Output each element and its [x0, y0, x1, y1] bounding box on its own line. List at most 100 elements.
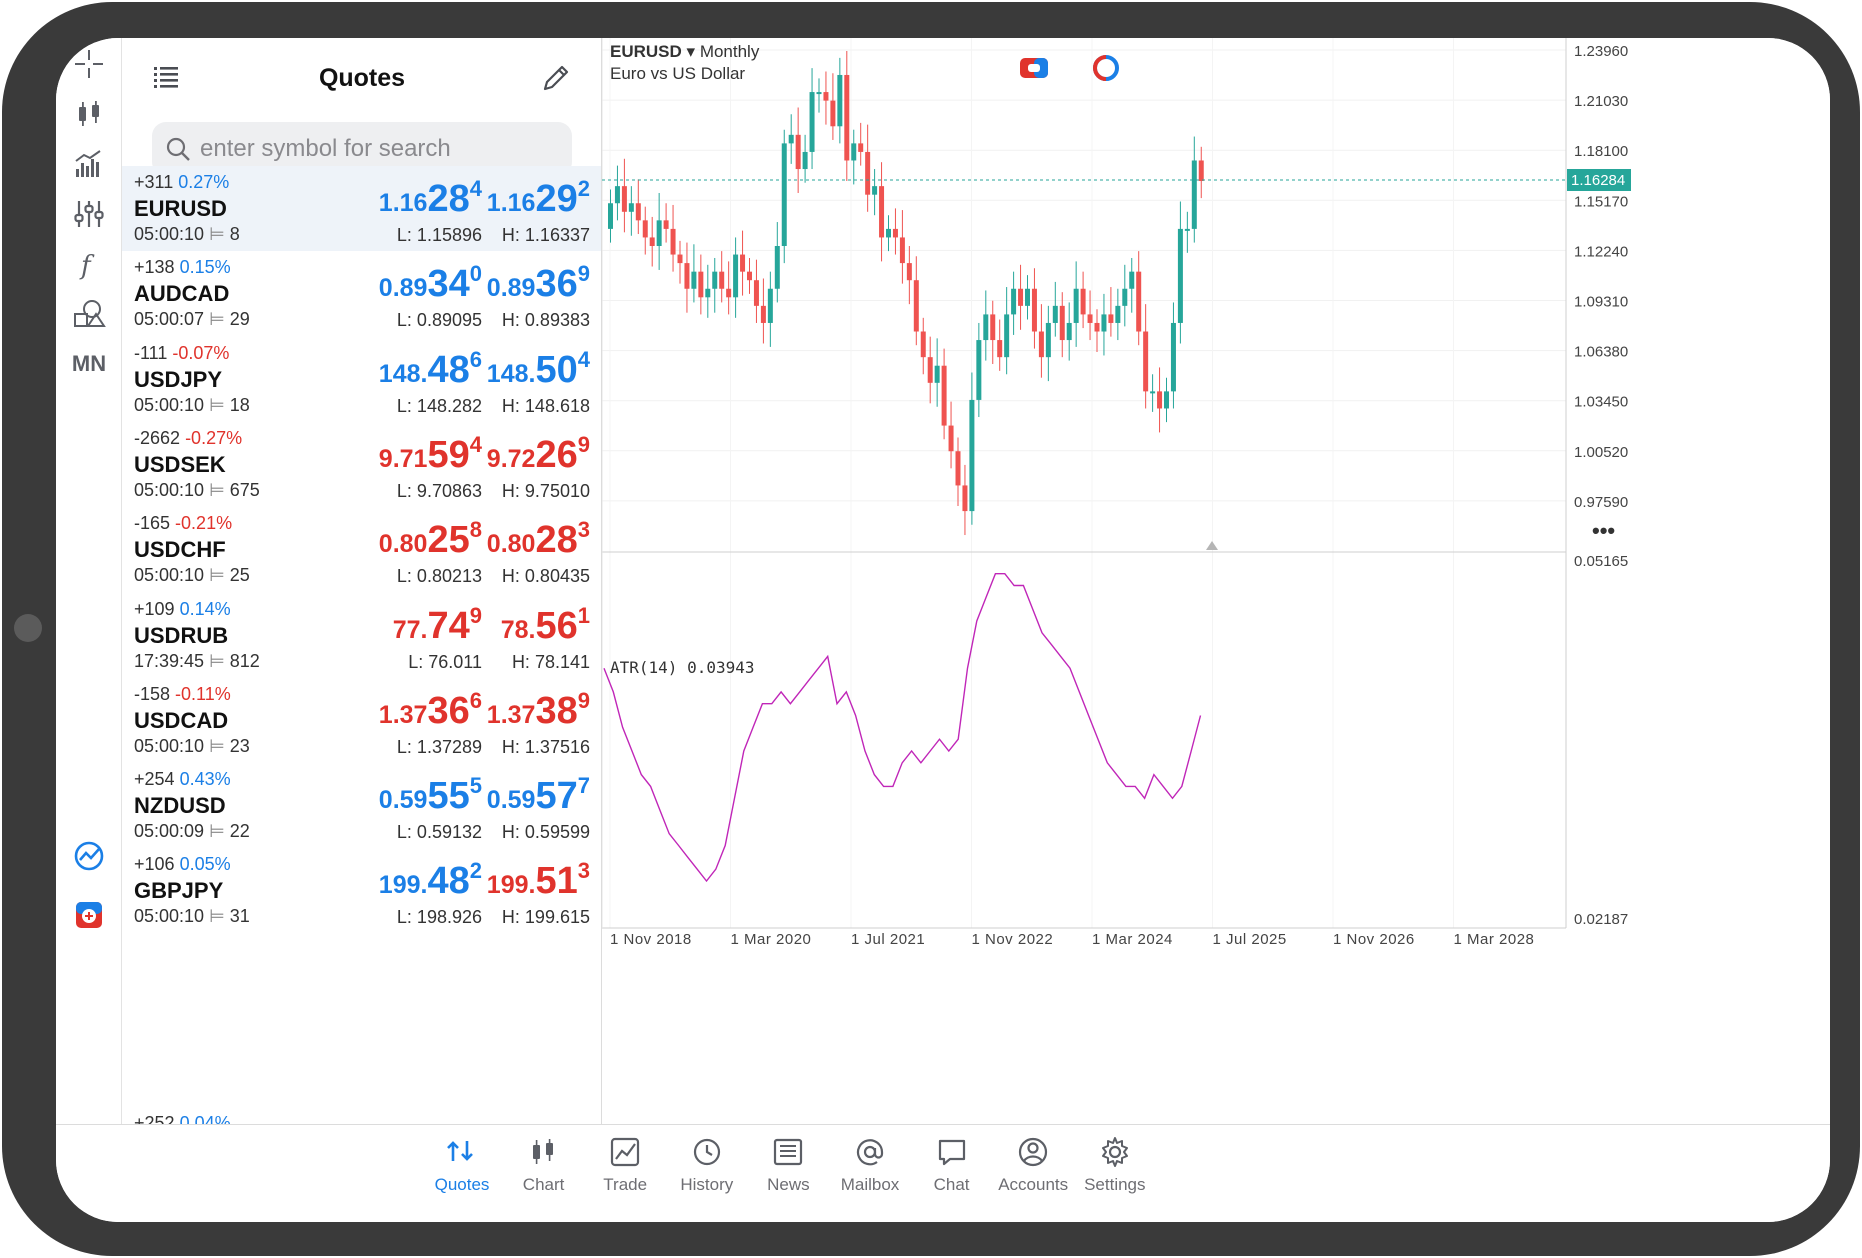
- tab-trade[interactable]: Trade: [580, 1135, 670, 1211]
- candle-body: [1066, 322, 1072, 341]
- candle-body: [656, 220, 662, 246]
- quote-row-usdjpy[interactable]: -111 -0.07% USDJPY 05:00:10 ⊨ 18 148.486 148…: [122, 337, 601, 422]
- more-dots-icon[interactable]: •••: [1592, 518, 1615, 543]
- price-axis-label: 1.03450: [1574, 394, 1628, 411]
- candle-body: [726, 288, 732, 298]
- candle-body: [927, 357, 933, 383]
- bid-price[interactable]: 199.482: [379, 858, 482, 903]
- tab-quotes[interactable]: Quotes: [417, 1135, 507, 1211]
- high-value: H: 1.37516: [501, 736, 590, 757]
- low-value: L: 9.70863: [396, 480, 482, 501]
- timeframe-button[interactable]: MN: [64, 342, 114, 386]
- objects-icon[interactable]: [64, 292, 114, 336]
- tab-news[interactable]: News: [743, 1135, 833, 1211]
- high-value: H: 78.141: [511, 651, 590, 672]
- ask-price[interactable]: 1.37389: [487, 688, 590, 733]
- ask-price[interactable]: 1.16292: [487, 176, 590, 221]
- candle-body: [1108, 314, 1114, 323]
- function-icon[interactable]: f: [64, 242, 114, 286]
- candle-body: [1004, 314, 1010, 358]
- bid-price[interactable]: 0.80258: [379, 517, 482, 562]
- trading-signals-icon[interactable]: [64, 834, 114, 878]
- candle-body: [1184, 228, 1190, 231]
- bid-price[interactable]: 1.37366: [379, 688, 482, 733]
- time-axis-label: 1 Jul 2021: [851, 931, 925, 948]
- quote-row-audcad[interactable]: +138 0.15% AUDCAD 05:00:07 ⊨ 29 0.89340 0.89…: [122, 251, 601, 336]
- candle-body: [684, 263, 690, 289]
- candle-body: [1059, 305, 1065, 341]
- tab-accounts[interactable]: Accounts: [988, 1135, 1078, 1211]
- candlestick-icon[interactable]: [64, 92, 114, 136]
- ask-price[interactable]: 9.72269: [487, 432, 590, 477]
- trade-levels-icon[interactable]: [1090, 54, 1122, 82]
- bid-price[interactable]: 0.89340: [379, 261, 482, 306]
- tab-history[interactable]: History: [662, 1135, 752, 1211]
- high-value: H: 199.615: [501, 907, 590, 928]
- candle-body: [767, 288, 773, 323]
- ask-price[interactable]: 148.504: [487, 347, 590, 392]
- quote-row-usdrub[interactable]: +109 0.14% USDRUB 17:39:45 ⊨ 812 77.749 78.5…: [122, 593, 601, 678]
- candle-body: [892, 228, 898, 238]
- bid-price[interactable]: 9.71594: [379, 432, 482, 477]
- accounts-icon: [1019, 1137, 1048, 1167]
- indicator-axis-label: 0.05165: [1574, 553, 1628, 570]
- quote-row-eurusd[interactable]: +311 0.27% EURUSD 05:00:10 ⊨ 8 1.16284 1.162…: [122, 166, 601, 251]
- quotes-icon: [447, 1141, 473, 1161]
- high-value: H: 0.59599: [501, 822, 590, 843]
- current-price-label: 1.16284: [1571, 172, 1625, 189]
- quote-row-gbpjpy[interactable]: +106 0.05% GBPJPY 05:00:10 ⊨ 31 199.482 199.…: [122, 848, 601, 933]
- ask-price[interactable]: 0.80283: [487, 517, 590, 562]
- candle-body: [1170, 322, 1176, 392]
- list-item-partial[interactable]: +252 0.04%: [122, 1113, 601, 1124]
- candle-body: [1115, 305, 1121, 323]
- ask-price[interactable]: 0.89369: [487, 261, 590, 306]
- ask-price[interactable]: 199.513: [487, 858, 590, 903]
- ask-price[interactable]: 78.561: [501, 603, 590, 648]
- candle-body: [962, 485, 968, 512]
- bid-price[interactable]: 77.749: [393, 603, 482, 648]
- chart-area[interactable]: 1.23960 1.21030 1.18100 1.15170 1.12240 1.093…: [602, 38, 1830, 1124]
- candle-body: [913, 280, 919, 332]
- tab-settings[interactable]: Settings: [1070, 1135, 1160, 1211]
- ask-price[interactable]: 0.59577: [487, 773, 590, 818]
- quote-row-nzdusd[interactable]: +254 0.43% NZDUSD 05:00:09 ⊨ 22 0.59555 0.59…: [122, 763, 601, 848]
- quote-time: 05:00:07 ⊨ 29: [134, 309, 250, 330]
- change-value: +254 0.43%: [134, 769, 231, 790]
- candle-body: [614, 186, 620, 204]
- candle-body: [663, 220, 669, 229]
- quote-row-usdchf[interactable]: -165 -0.21% USDCHF 05:00:10 ⊨ 25 0.80258 0.8…: [122, 507, 601, 592]
- tab-label: Quotes: [434, 1175, 490, 1194]
- quote-row-usdcad[interactable]: -158 -0.11% USDCAD 05:00:10 ⊨ 23 1.37366 1.3…: [122, 678, 601, 763]
- chart-symbol-label[interactable]: EURUSD ▾ Monthly: [610, 42, 759, 62]
- chart-icon: [532, 1139, 553, 1164]
- crosshair-icon[interactable]: [64, 42, 114, 86]
- edit-pencil-icon[interactable]: [540, 62, 572, 94]
- candle-body: [851, 143, 857, 161]
- page-title: Quotes: [318, 64, 406, 92]
- candle-body: [844, 74, 850, 161]
- time-axis-label: 1 Mar 2028: [1454, 931, 1535, 948]
- indicators-icon[interactable]: [64, 142, 114, 186]
- quotes-header: Quotes: [122, 38, 601, 116]
- search-input[interactable]: [198, 130, 558, 168]
- tab-chart[interactable]: Chart: [499, 1135, 589, 1211]
- bid-price[interactable]: 0.59555: [379, 773, 482, 818]
- price-chart-svg[interactable]: 1.23960 1.21030 1.18100 1.15170 1.12240 1.093…: [602, 38, 1830, 1124]
- tab-mailbox[interactable]: Mailbox: [825, 1135, 915, 1211]
- candle-body: [990, 314, 996, 341]
- change-value: -2662 -0.27%: [134, 427, 243, 448]
- candle-body: [1031, 288, 1037, 332]
- symbol-name: USDRUB: [134, 622, 229, 648]
- quote-time: 05:00:10 ⊨ 18: [134, 394, 250, 415]
- one-click-trading-icon[interactable]: [1018, 54, 1050, 82]
- open-account-icon[interactable]: [64, 892, 114, 936]
- time-axis-label: 1 Nov 2022: [972, 931, 1054, 948]
- high-value: H: 9.75010: [501, 480, 590, 501]
- tab-label: News: [767, 1175, 810, 1194]
- bid-price[interactable]: 1.16284: [379, 176, 482, 221]
- quote-row-usdsek[interactable]: -2662 -0.27% USDSEK 05:00:10 ⊨ 675 9.71594 9…: [122, 422, 601, 507]
- atr-line: [603, 573, 1202, 883]
- bid-price[interactable]: 148.486: [379, 347, 482, 392]
- settings-sliders-icon[interactable]: [64, 192, 114, 236]
- tab-chat[interactable]: Chat: [907, 1135, 997, 1211]
